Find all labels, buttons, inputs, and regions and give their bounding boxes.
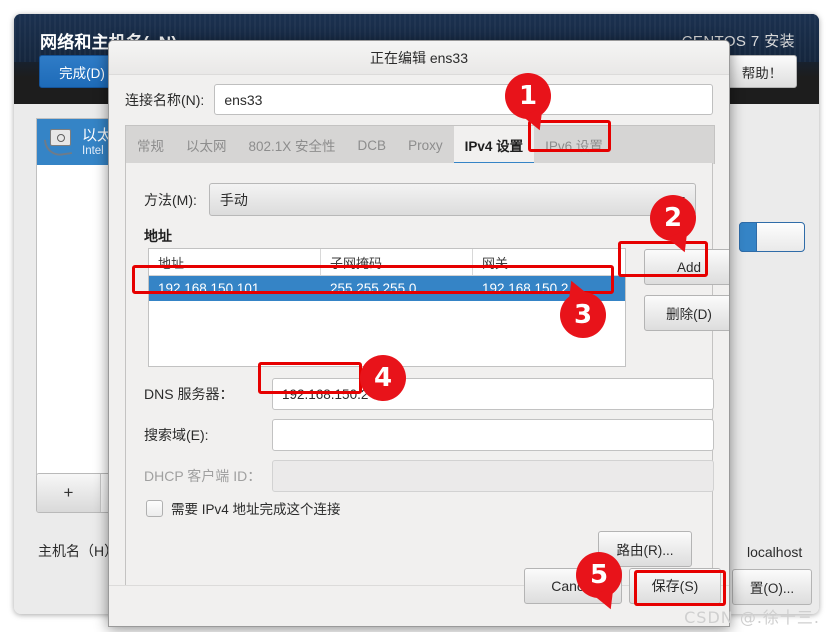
- configure-button[interactable]: 置(O)...: [732, 569, 812, 605]
- annotation-marker-3: 3: [560, 276, 606, 338]
- tab-dcb[interactable]: DCB: [347, 126, 398, 164]
- cell-address: 192.168.150.101: [158, 281, 260, 296]
- marker-label: 3: [573, 300, 593, 330]
- method-row: 方法(M): 手动: [144, 183, 696, 216]
- require-ipv4-row[interactable]: 需要 IPv4 地址完成这个连接: [146, 498, 341, 518]
- annotation-marker-4: 4: [360, 355, 406, 401]
- dns-servers-input[interactable]: 192.168.150.2: [272, 378, 714, 410]
- column-header-gateway: 网关: [482, 255, 509, 271]
- require-ipv4-label: 需要 IPv4 地址完成这个连接: [171, 502, 341, 517]
- column-header-netmask: 子网掩码: [321, 249, 473, 275]
- tab-bar: 常规 以太网 802.1X 安全性 DCB Proxy IPv4 设置 IPv6…: [125, 125, 715, 165]
- edit-connection-dialog: 正在编辑 ens33 连接名称(N): ens33 常规 以太网 802.1X …: [108, 40, 730, 627]
- dialog-footer: Cancel 保存(S): [109, 568, 729, 626]
- marker-label: 4: [373, 363, 393, 393]
- marker-label: 5: [589, 560, 609, 590]
- method-selected-value: 手动: [219, 191, 248, 208]
- method-label: 方法(M):: [144, 191, 197, 208]
- add-device-button[interactable]: +: [37, 474, 101, 512]
- search-domains-row: 搜索域(E):: [144, 417, 714, 453]
- table-row[interactable]: 192.168.150.101 255.255.255.0 192.168.15…: [149, 276, 625, 301]
- marker-label: 1: [518, 81, 538, 111]
- hostname-label: 主机名（H）: [38, 543, 119, 559]
- tab-proxy[interactable]: Proxy: [397, 126, 454, 164]
- tab-ipv6-settings[interactable]: IPv6 设置: [534, 126, 614, 164]
- dns-servers-row: DNS 服务器： 192.168.150.2: [144, 376, 714, 412]
- toggle-knob: [739, 222, 757, 252]
- dialog-title: 正在编辑 ens33: [369, 49, 469, 66]
- address-table[interactable]: 地址 子网掩码 网关 192.168.150.101 255.255.255.0…: [148, 248, 626, 367]
- connection-name-row: 连接名称(N): ens33: [109, 74, 729, 125]
- dhcp-client-id-label: DHCP 客户端 ID：: [144, 468, 262, 484]
- dns-servers-label: DNS 服务器：: [144, 386, 234, 402]
- table-header-row: 地址 子网掩码 网关: [149, 249, 625, 276]
- addresses-heading: 地址: [144, 228, 172, 244]
- column-header-address: 地址: [149, 249, 321, 275]
- marker-label: 2: [663, 203, 683, 233]
- method-select[interactable]: 手动: [208, 183, 696, 216]
- marker-tail-icon: [348, 365, 370, 387]
- search-domains-label: 搜索域(E):: [144, 427, 209, 443]
- tab-8021x-security[interactable]: 802.1X 安全性: [238, 126, 347, 164]
- annotation-marker-5: 5: [576, 552, 622, 614]
- save-button[interactable]: 保存(S): [629, 568, 721, 604]
- help-button[interactable]: 帮助！: [727, 55, 797, 88]
- annotation-marker-2: 2: [650, 195, 696, 257]
- add-address-button[interactable]: Add: [644, 249, 729, 285]
- dialog-titlebar: 正在编辑 ens33: [109, 41, 729, 75]
- cell-netmask: 255.255.255.0: [330, 281, 417, 296]
- device-enable-toggle[interactable]: [739, 222, 805, 252]
- require-ipv4-checkbox[interactable]: [146, 499, 163, 517]
- connection-name-label: 连接名称(N):: [125, 91, 205, 108]
- search-domains-input[interactable]: [272, 419, 714, 451]
- connection-name-input[interactable]: ens33: [214, 84, 713, 115]
- ipv4-settings-panel: 方法(M): 手动 地址 地址 子网掩码 网关 192.168.150.101 …: [125, 163, 729, 586]
- tab-ethernet[interactable]: 以太网: [175, 126, 238, 164]
- dhcp-client-id-row: DHCP 客户端 ID：: [144, 458, 714, 494]
- annotation-marker-1: 1: [505, 73, 551, 135]
- tab-general[interactable]: 常规: [126, 126, 175, 164]
- ethernet-icon: [43, 128, 75, 158]
- tab-ipv4-settings[interactable]: IPv4 设置: [453, 126, 535, 165]
- hostname-value: localhost: [747, 544, 803, 560]
- watermark: CSDN @.徐十三.: [684, 608, 820, 627]
- cell-gateway: 192.168.150.2: [482, 281, 569, 296]
- dhcp-client-id-input: [272, 460, 714, 492]
- delete-address-button[interactable]: 删除(D): [644, 295, 729, 331]
